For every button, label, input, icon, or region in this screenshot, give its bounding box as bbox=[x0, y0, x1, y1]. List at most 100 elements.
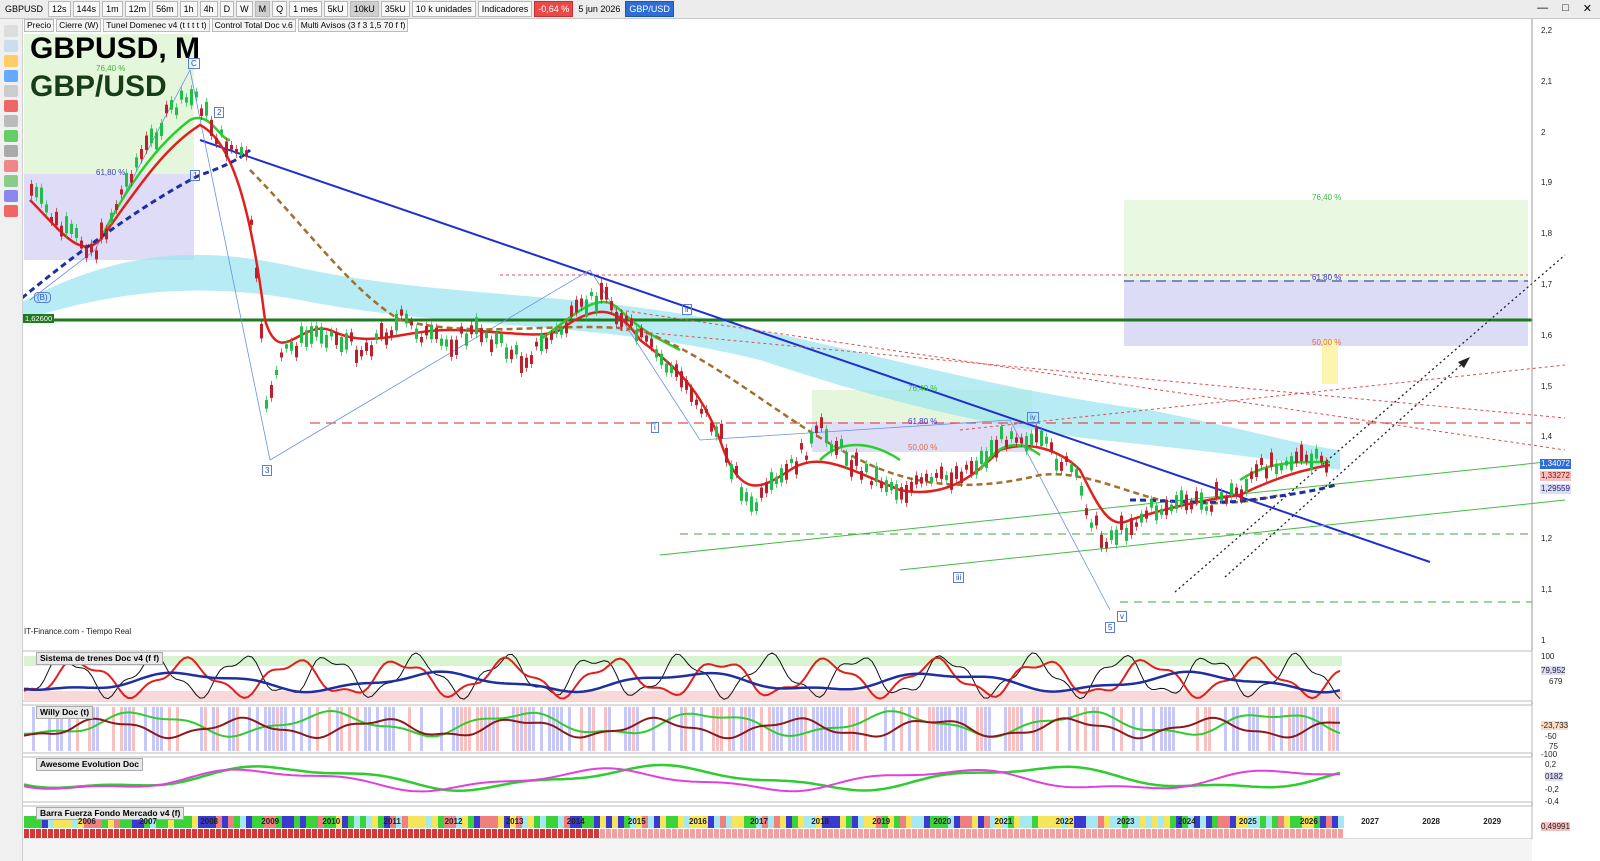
willy-bar bbox=[760, 707, 763, 751]
force-volume-bar bbox=[1002, 829, 1007, 838]
willy-bar bbox=[616, 707, 619, 751]
willy-bar bbox=[468, 707, 471, 751]
force-volume-bar bbox=[318, 829, 323, 838]
unit-10ku[interactable]: 10kU bbox=[349, 1, 379, 17]
timeframe-1h[interactable]: 1h bbox=[179, 1, 198, 17]
force-bar bbox=[1170, 816, 1176, 828]
zoom-tool-icon[interactable] bbox=[4, 40, 18, 52]
chart-canvas[interactable] bbox=[0, 0, 1600, 861]
force-bar bbox=[792, 816, 798, 828]
unit-5ku[interactable]: 5kU bbox=[323, 1, 348, 17]
candle-body bbox=[1200, 492, 1203, 510]
willy-bar bbox=[632, 707, 635, 751]
force-bar bbox=[282, 816, 288, 828]
force-volume-bar bbox=[1020, 829, 1025, 838]
candle-body bbox=[970, 460, 973, 475]
willy-bar bbox=[216, 707, 219, 751]
year-label: 2007 bbox=[139, 817, 157, 826]
delete-tool-icon[interactable] bbox=[4, 205, 18, 217]
force-volume-bar bbox=[870, 829, 875, 838]
indicators-button[interactable]: Indicadores bbox=[477, 1, 533, 17]
willy-bar bbox=[1044, 707, 1047, 751]
close-icon[interactable]: ✕ bbox=[1583, 2, 1592, 15]
symbol-selector[interactable]: GBPUSD bbox=[2, 2, 46, 16]
timeframe-12m[interactable]: 12m bbox=[124, 1, 151, 17]
force-volume-bar bbox=[780, 829, 785, 838]
willy-bar bbox=[152, 707, 155, 751]
force-bar bbox=[498, 816, 504, 828]
candle-body bbox=[910, 481, 913, 493]
candle-body bbox=[670, 365, 673, 374]
legend-item-multi-avisos[interactable]: Multi Avisos (3 f 3 1,5 70 f f) bbox=[297, 18, 409, 32]
willy-bar bbox=[1300, 707, 1303, 751]
timeframe-q[interactable]: Q bbox=[272, 1, 288, 17]
force-volume-bar bbox=[534, 829, 539, 838]
candle-body bbox=[355, 349, 358, 363]
timeframe-56m[interactable]: 56m bbox=[152, 1, 178, 17]
panel-label-awesome[interactable]: Awesome Evolution Doc bbox=[36, 758, 144, 771]
alert-tool-icon[interactable] bbox=[4, 55, 18, 67]
channel-tool-icon[interactable] bbox=[4, 145, 18, 157]
unit-35ku[interactable]: 35kU bbox=[380, 1, 410, 17]
force-bar bbox=[1044, 816, 1050, 828]
candle-body bbox=[560, 327, 563, 335]
pointer-tool-icon[interactable] bbox=[4, 25, 18, 37]
timeframe-144s[interactable]: 144s bbox=[72, 1, 101, 17]
panel-label-barra[interactable]: Barra Fuerza Fondo Mercado v4 (f) bbox=[36, 807, 185, 820]
force-volume-bar bbox=[630, 829, 635, 838]
ellipse-tool-icon[interactable] bbox=[4, 160, 18, 172]
fibonacci-tool-icon[interactable] bbox=[4, 130, 18, 142]
trend-tool-icon[interactable] bbox=[4, 175, 18, 187]
candle-body bbox=[985, 451, 988, 468]
force-bar bbox=[834, 816, 840, 828]
willy-bar bbox=[148, 707, 151, 751]
willy-bar bbox=[584, 707, 587, 751]
third-price-tag: 1,29559 bbox=[1540, 484, 1571, 494]
wave-label-b: (B) bbox=[34, 292, 51, 303]
panel-label-trenes[interactable]: Sistema de trenes Doc v4 (f f) bbox=[36, 652, 164, 665]
legend-item-precio[interactable]: Precio bbox=[24, 18, 55, 32]
panel-label-willy[interactable]: Willy Doc (t) bbox=[36, 706, 94, 719]
force-bar bbox=[972, 816, 978, 828]
timeframe-4h[interactable]: 4h bbox=[199, 1, 218, 17]
timeframe-d[interactable]: D bbox=[219, 1, 235, 17]
timeframe-w[interactable]: W bbox=[236, 1, 253, 17]
candle-body bbox=[1310, 453, 1313, 471]
timeframe-12s[interactable]: 12s bbox=[48, 1, 71, 17]
candle-body bbox=[785, 463, 788, 480]
candle-body bbox=[425, 325, 428, 336]
candle-body bbox=[440, 338, 443, 346]
force-bar bbox=[438, 816, 444, 828]
force-volume-bar bbox=[858, 829, 863, 838]
force-volume-bar bbox=[198, 829, 203, 838]
rectangle-tool-icon[interactable] bbox=[4, 100, 18, 112]
maximize-icon[interactable]: □ bbox=[1562, 2, 1569, 15]
cursor-tool-icon[interactable] bbox=[4, 115, 18, 127]
minimize-icon[interactable]: — bbox=[1537, 2, 1548, 15]
legend-item-cierre[interactable]: Cierre (W) bbox=[56, 18, 102, 32]
force-bar bbox=[1266, 816, 1272, 828]
timeframe-1m[interactable]: 1m bbox=[102, 1, 123, 17]
force-bar bbox=[480, 816, 486, 828]
force-volume-bar bbox=[582, 829, 587, 838]
candle-body bbox=[890, 482, 893, 491]
candle-body bbox=[125, 173, 128, 187]
level-price-tag: 1,62600 bbox=[23, 314, 55, 323]
force-volume-bar bbox=[708, 829, 713, 838]
arrow-tool-icon[interactable] bbox=[4, 190, 18, 202]
period-selector[interactable]: 1 mes bbox=[289, 1, 322, 17]
force-bar bbox=[462, 816, 468, 828]
line-tool-icon[interactable] bbox=[4, 85, 18, 97]
legend-item-tunel[interactable]: Tunel Domenec v4 (t t t t t) bbox=[103, 18, 210, 32]
force-bar bbox=[618, 816, 624, 828]
text-tool-icon[interactable] bbox=[4, 70, 18, 82]
timeframe-m[interactable]: M bbox=[254, 1, 271, 17]
willy-bar bbox=[668, 707, 671, 751]
unit-selector[interactable]: 10 k unidades bbox=[411, 1, 476, 17]
legend-item-control-total[interactable]: Control Total Doc v.6 bbox=[211, 18, 296, 32]
candle-body bbox=[245, 150, 248, 157]
candle-body bbox=[390, 330, 393, 337]
force-bar bbox=[666, 816, 672, 828]
willy-bar bbox=[796, 707, 799, 751]
willy-bar bbox=[588, 707, 591, 751]
